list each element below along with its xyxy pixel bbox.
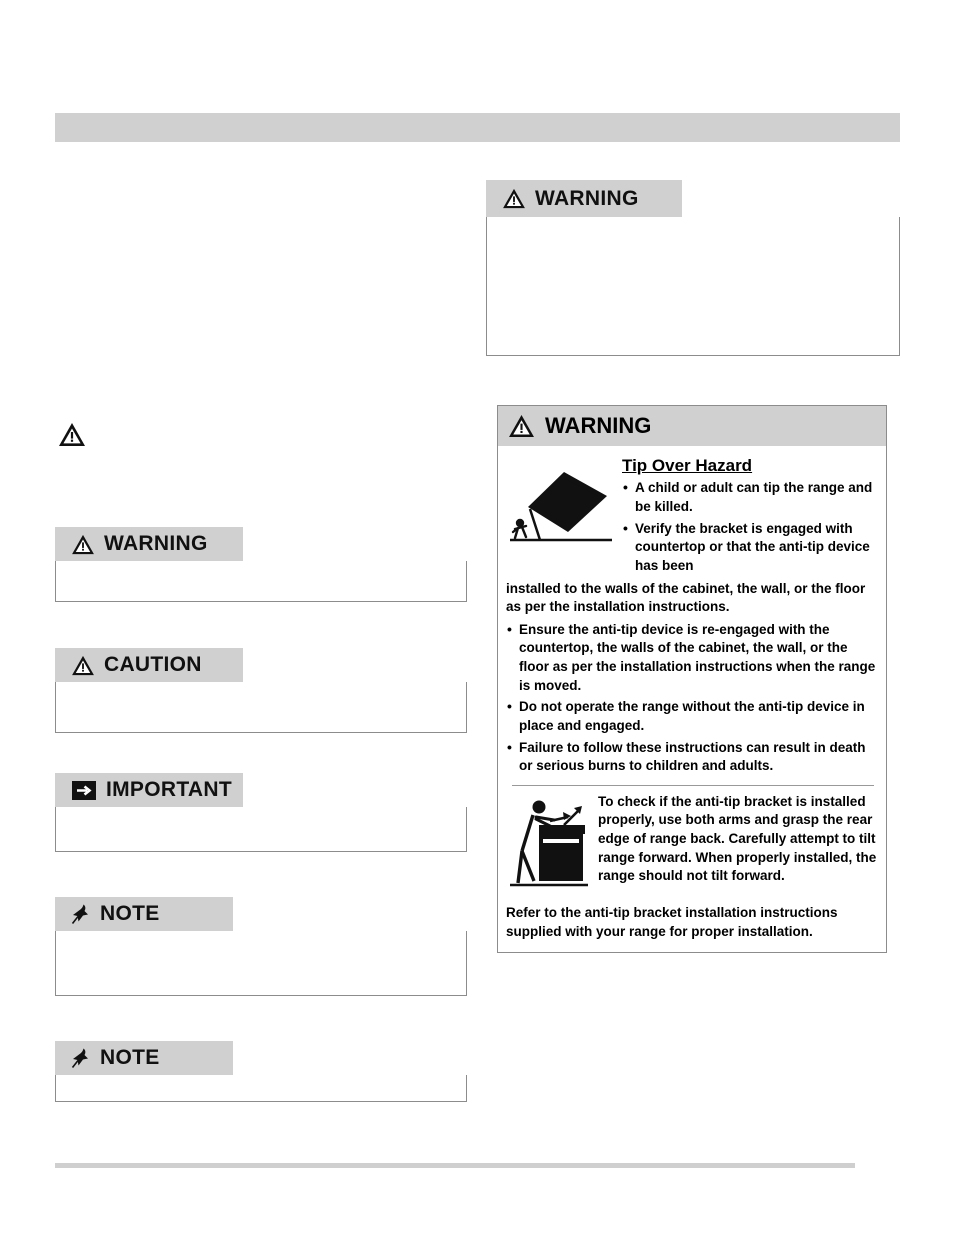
warning-triangle-icon	[71, 655, 95, 676]
page-footer-rule	[55, 1163, 855, 1168]
left-alert-note-1-header: NOTE	[55, 897, 467, 931]
right-alert-warning-header: WARNING	[486, 180, 900, 217]
left-alert-caution-body	[55, 682, 467, 733]
left-alert-warning-body	[55, 561, 467, 602]
left-alert-caution: CAUTION	[55, 648, 467, 733]
range-tipping-over-icon	[506, 454, 616, 579]
left-alert-note-1-body	[55, 931, 467, 996]
tip-over-hazard-box: WARNING Tip Over Hazard • A child or adu…	[497, 405, 887, 953]
left-alert-note-2-header: NOTE	[55, 1041, 467, 1075]
warning-triangle-icon	[508, 414, 535, 438]
left-alert-note-1: NOTE	[55, 897, 467, 996]
left-alert-important-header: IMPORTANT	[55, 773, 467, 807]
tip-over-check-text: To check if the anti-tip bracket is inst…	[598, 793, 877, 884]
push-pin-icon	[71, 903, 91, 925]
left-alert-important: IMPORTANT	[55, 773, 467, 852]
warning-triangle-icon	[502, 188, 526, 209]
tip-over-header-title: WARNING	[545, 413, 652, 438]
tip-over-title: Tip Over Hazard	[622, 456, 753, 475]
person-tilting-range-icon	[506, 793, 590, 897]
list-item: Verify the bracket is engaged with count…	[622, 519, 880, 576]
tip-over-continuation: installed to the walls of the cabinet, t…	[506, 580, 866, 615]
list-item: Ensure the anti-tip device is re-engaged…	[506, 620, 880, 696]
warning-triangle-icon	[71, 534, 95, 555]
list-item: Failure to follow these instructions can…	[506, 738, 880, 776]
left-alert-warning-header: WARNING	[55, 527, 467, 561]
left-alert-note-2: NOTE	[55, 1041, 467, 1102]
left-alert-note-2-body	[55, 1075, 467, 1102]
divider	[512, 784, 874, 786]
tip-over-check-section: To check if the anti-tip bracket is inst…	[506, 793, 880, 897]
page-header-band	[55, 113, 900, 142]
tip-over-footer: Refer to the anti-tip bracket installati…	[506, 905, 838, 940]
list-item: A child or adult can tip the range and b…	[622, 478, 880, 516]
left-alert-warning: WARNING	[55, 527, 467, 602]
left-alert-note-1-title: NOTE	[100, 902, 160, 925]
left-alert-important-title: IMPORTANT	[106, 778, 232, 801]
right-alert-warning-body	[486, 217, 900, 356]
left-alert-note-2-title: NOTE	[100, 1046, 160, 1069]
right-alert-warning-title: WARNING	[535, 186, 639, 210]
left-alert-warning-title: WARNING	[104, 532, 208, 555]
list-item: Do not operate the range without the ant…	[506, 697, 880, 735]
tip-over-top-bullets: A child or adult can tip the range and b…	[622, 478, 880, 576]
warning-triangle-icon	[58, 422, 86, 447]
push-pin-icon	[71, 1047, 91, 1069]
left-alert-important-body	[55, 807, 467, 852]
left-alert-caution-header: CAUTION	[55, 648, 467, 682]
arrow-right-icon	[71, 780, 97, 801]
tip-over-body: Tip Over Hazard A child or adult can tip…	[498, 446, 886, 952]
tip-over-top-section: Tip Over Hazard A child or adult can tip…	[506, 454, 880, 579]
tip-over-bullets: Ensure the anti-tip device is re-engaged…	[506, 620, 880, 776]
right-alert-warning: WARNING	[486, 180, 900, 356]
left-alert-caution-title: CAUTION	[104, 653, 202, 676]
tip-over-header: WARNING	[498, 406, 886, 446]
